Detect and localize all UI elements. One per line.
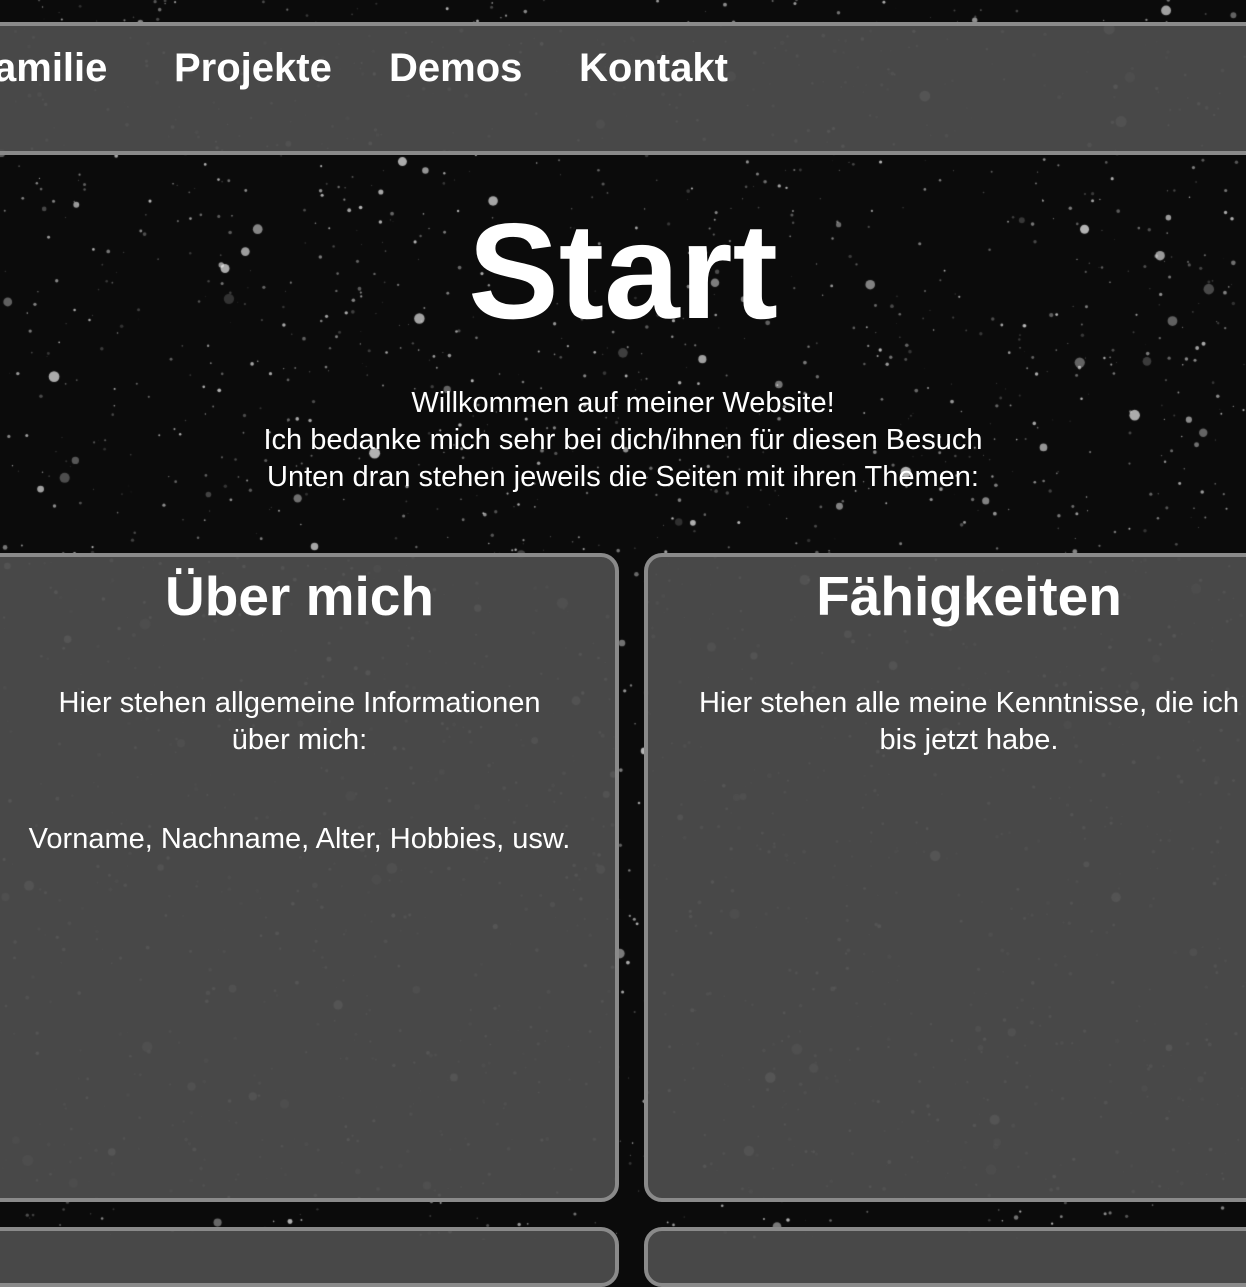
nav-item-projekte[interactable]: Projekte bbox=[174, 44, 332, 92]
nav-item-demos[interactable]: Demos bbox=[389, 44, 522, 92]
thanks-line: Ich bedanke mich sehr bei dich/ihnen für… bbox=[263, 424, 983, 456]
card-detail-text: Vorname, Nachname, Alter, Hobbies, usw. bbox=[28, 823, 571, 855]
welcome-line: Willkommen auf meiner Website! bbox=[411, 387, 835, 419]
nav-item-familie[interactable]: amilie bbox=[0, 44, 107, 92]
card-title: Über mich bbox=[165, 565, 434, 627]
card-ueber-mich[interactable]: Über mich Hier stehen allgemeine Informa… bbox=[0, 553, 619, 1202]
top-navigation: amilie Projekte Demos Kontakt bbox=[0, 22, 1246, 155]
welcome-text: Willkommen auf meiner Website! Ich bedan… bbox=[0, 385, 1246, 496]
card-description-line: über mich: bbox=[231, 724, 368, 756]
next-card-left[interactable] bbox=[0, 1227, 619, 1287]
card-title: Fähigkeiten bbox=[816, 565, 1122, 627]
card-description: Hier stehen allgemeine Informationen übe… bbox=[0, 685, 615, 759]
card-faehigkeiten[interactable]: Fähigkeiten Hier stehen alle meine Kennt… bbox=[644, 553, 1246, 1202]
page-title: Start bbox=[468, 195, 778, 347]
nav-item-kontakt[interactable]: Kontakt bbox=[579, 44, 728, 92]
card-description-line: Hier stehen allgemeine Informationen bbox=[58, 687, 541, 719]
card-description: Hier stehen alle meine Kenntnisse, die i… bbox=[648, 685, 1246, 759]
card-description-line: bis jetzt habe. bbox=[879, 724, 1059, 756]
next-card-right[interactable] bbox=[644, 1227, 1246, 1287]
card-description-line: Hier stehen alle meine Kenntnisse, die i… bbox=[698, 687, 1240, 719]
topics-intro-line: Unten dran stehen jeweils die Seiten mit… bbox=[267, 461, 979, 493]
